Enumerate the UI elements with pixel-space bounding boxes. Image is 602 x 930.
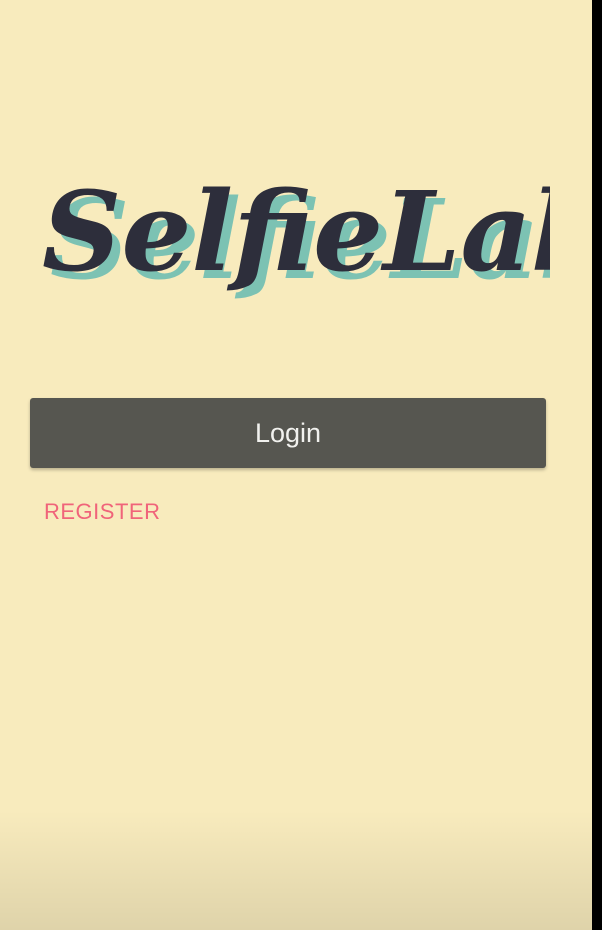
logo-main-text: SelfieLab xyxy=(42,167,550,296)
bottom-shade xyxy=(0,810,592,930)
register-link[interactable]: REGISTER xyxy=(44,499,160,525)
app-logo: SelfieLab SelfieLab xyxy=(30,150,550,340)
login-button[interactable]: Login xyxy=(30,398,546,468)
login-screen: SelfieLab SelfieLab Login REGISTER xyxy=(0,0,592,930)
